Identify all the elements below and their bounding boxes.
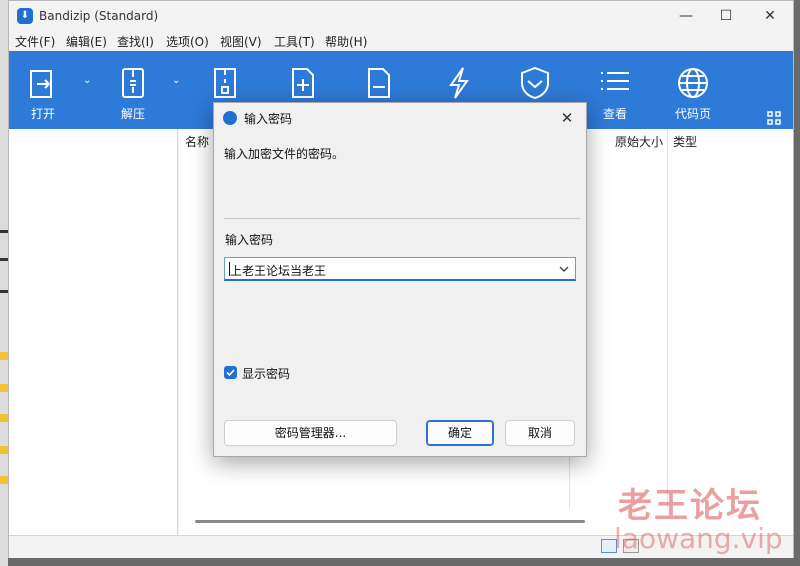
toolbar-extract-button[interactable]: 解压: [103, 51, 163, 129]
column-separator: [667, 129, 668, 509]
title-bar: ⬇ Bandizip (Standard) — ☐ ✕: [9, 1, 793, 31]
test-lightning-icon: [449, 67, 469, 99]
column-header-original-size[interactable]: 原始大小: [615, 133, 663, 150]
toolbar-open-label: 打开: [30, 107, 55, 121]
extract-icon: [122, 68, 144, 98]
bandizip-logo-icon: ⬇: [17, 8, 33, 24]
folder-icon: [0, 384, 8, 392]
watermark-url: laowang.vip: [614, 522, 783, 555]
cancel-button[interactable]: 取消: [505, 420, 575, 446]
zip-file-icon: [214, 68, 236, 98]
folder-icon: [0, 476, 8, 484]
horizontal-scrollbar[interactable]: [195, 520, 585, 523]
toolbar-open-button[interactable]: 打开: [13, 51, 73, 129]
open-archive-icon: [30, 70, 52, 98]
folder-icon: [0, 352, 8, 360]
menu-view[interactable]: 视图(V): [220, 33, 262, 50]
shield-check-icon: [521, 66, 549, 100]
password-input[interactable]: 上老王论坛当老王: [224, 257, 576, 281]
list-view-icon: [601, 72, 629, 90]
watermark-text: 老王论坛: [618, 486, 762, 526]
dialog-close-button[interactable]: ✕: [556, 107, 578, 129]
delete-file-icon: [368, 68, 390, 98]
add-file-icon: [292, 68, 314, 98]
desktop-line: [0, 290, 8, 293]
checkmark-icon: [226, 369, 235, 377]
password-dialog: 输入密码 ✕ 输入加密文件的密码。 输入密码 上老王论坛当老王 显示密码 密码管…: [213, 102, 587, 457]
menu-file[interactable]: 文件(F): [15, 33, 55, 50]
dialog-message: 输入加密文件的密码。: [224, 147, 345, 161]
desktop-line: [0, 258, 8, 261]
desktop-line: [0, 230, 8, 233]
bandizip-logo-icon: [223, 111, 237, 125]
menu-help[interactable]: 帮助(H): [325, 33, 367, 50]
show-password-checkbox[interactable]: [224, 366, 237, 379]
column-header-type[interactable]: 类型: [673, 133, 697, 150]
close-button[interactable]: ✕: [747, 1, 793, 31]
menu-bar: 文件(F) 编辑(E) 查找(I) 选项(O) 视图(V) 工具(T) 帮助(H…: [9, 31, 793, 51]
menu-options[interactable]: 选项(O): [166, 33, 209, 50]
ok-button[interactable]: 确定: [426, 420, 494, 446]
menu-tools[interactable]: 工具(T): [274, 33, 315, 50]
extract-dropdown-chevron-icon[interactable]: ⌄: [172, 75, 184, 87]
toolbar-extract-label: 解压: [120, 107, 145, 121]
chevron-down-icon[interactable]: [557, 261, 571, 277]
toolbar-view-label: 查看: [602, 107, 627, 121]
menu-edit[interactable]: 编辑(E): [66, 33, 107, 50]
toolbar-codepage-button[interactable]: 代码页: [663, 51, 723, 129]
desktop-background: [0, 0, 8, 566]
divider: [224, 218, 580, 219]
maximize-button[interactable]: ☐: [703, 1, 749, 31]
dialog-title-bar: 输入密码 ✕: [214, 103, 586, 133]
menu-find[interactable]: 查找(I): [117, 33, 154, 50]
folder-icon: [0, 414, 8, 422]
toolbar-view-button[interactable]: 查看: [585, 51, 645, 129]
toolbar-codepage-label: 代码页: [674, 107, 711, 121]
password-manager-button[interactable]: 密码管理器...: [224, 420, 397, 446]
folder-icon: [0, 446, 8, 454]
show-password-label[interactable]: 显示密码: [242, 365, 290, 382]
dialog-title: 输入密码: [244, 112, 293, 126]
open-dropdown-chevron-icon[interactable]: ⌄: [83, 75, 95, 87]
window-title: Bandizip (Standard): [39, 9, 159, 23]
column-header-name[interactable]: 名称: [185, 133, 209, 150]
password-label: 输入密码: [225, 233, 274, 247]
globe-icon: [678, 68, 708, 98]
grid-menu-icon[interactable]: [767, 111, 781, 125]
password-value: 上老王论坛当老王: [230, 264, 327, 278]
folder-tree-pane[interactable]: [9, 129, 178, 535]
